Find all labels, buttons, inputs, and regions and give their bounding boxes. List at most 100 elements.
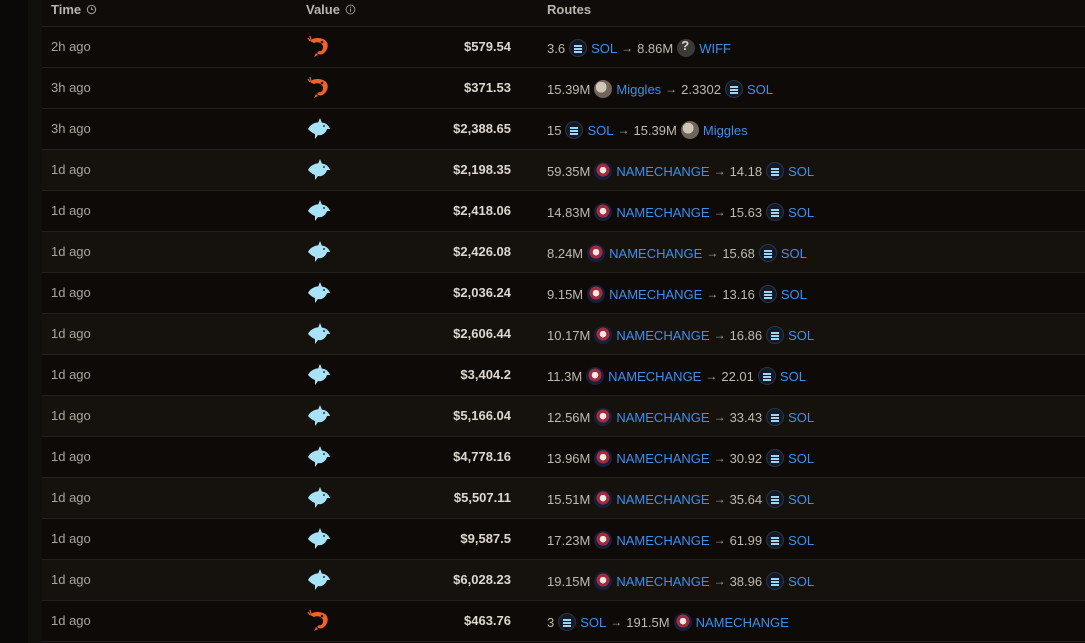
route-cell: 17.23M NAMECHANGE → 61.99 SOL [547, 531, 814, 549]
token-link[interactable]: SOL [788, 492, 814, 507]
token-link[interactable]: SOL [580, 615, 606, 630]
token-amount: 8.24M [547, 245, 584, 261]
token-link[interactable]: NAMECHANGE [696, 615, 789, 630]
table-row[interactable]: 1d ago $5,507.11 15.51M NAMECHANGE → 35.64 SOL [42, 478, 1085, 519]
table-row[interactable]: 3h ago $371.53 15.39M Miggles → 2.3302 SOL [42, 68, 1085, 109]
namechange-token-icon [594, 326, 613, 344]
token-link[interactable]: SOL [788, 410, 814, 425]
time-cell: 3h ago [51, 121, 91, 136]
token-link[interactable]: SOL [780, 369, 806, 384]
sol-token-icon [758, 285, 777, 303]
sol-token-icon [766, 162, 785, 180]
info-icon[interactable] [345, 4, 356, 15]
token-link[interactable]: NAMECHANGE [608, 369, 701, 384]
token-link[interactable]: SOL [747, 82, 773, 97]
route-cell: 10.17M NAMECHANGE → 16.86 SOL [547, 326, 814, 344]
arrow-right-icon: → [706, 246, 719, 260]
namechange-token-icon [594, 449, 613, 467]
table-row[interactable]: 1d ago $3,404.2 11.3M NAMECHANGE → 22.01 SOL [42, 355, 1085, 396]
dolphin-icon [306, 404, 332, 428]
shrimp-icon [306, 609, 332, 633]
token-amount: 17.23M [547, 532, 591, 548]
token-link[interactable]: SOL [587, 123, 613, 138]
token-link[interactable]: WIFF [699, 41, 731, 56]
token-link[interactable]: NAMECHANGE [616, 574, 709, 589]
token-link[interactable]: SOL [591, 41, 617, 56]
token-link[interactable]: SOL [788, 574, 814, 589]
value-cell: $5,507.11 [453, 490, 511, 505]
value-cell: $2,418.06 [453, 203, 511, 218]
token-link[interactable]: Miggles [616, 82, 661, 97]
table-row[interactable]: 1d ago $5,166.04 12.56M NAMECHANGE → 33.43 SOL [42, 396, 1085, 437]
table-row[interactable]: 1d ago $6,028.23 19.15M NAMECHANGE → 38.96 SOL [42, 560, 1085, 601]
token-amount: 11.3M [547, 368, 583, 384]
table-row[interactable]: 2h ago $579.54 3.6 SOL →8.86M WIFF [42, 27, 1085, 68]
table-row[interactable]: 3h ago $2,388.65 15 SOL → 15.39M Miggles [42, 109, 1085, 150]
token-amount: 9.15M [547, 286, 584, 302]
clock-refresh-icon[interactable] [86, 4, 97, 15]
token-link[interactable]: SOL [781, 246, 807, 261]
token-link[interactable]: Miggles [703, 123, 748, 138]
table-row[interactable]: 1d ago $2,426.08 8.24M NAMECHANGE → 15.68 SOL [42, 232, 1085, 273]
value-cell: $4,778.16 [453, 449, 511, 464]
token-link[interactable]: NAMECHANGE [616, 533, 709, 548]
arrow-right-icon: → [617, 123, 630, 137]
token-link[interactable]: NAMECHANGE [616, 205, 709, 220]
arrow-right-icon: → [713, 164, 726, 178]
table-row[interactable]: 1d ago $2,606.44 10.17M NAMECHANGE → 16.86 SOL [42, 314, 1085, 355]
time-cell: 1d ago [51, 326, 91, 341]
token-link[interactable]: SOL [781, 287, 807, 302]
namechange-token-icon [673, 613, 692, 631]
route-cell: 15.39M Miggles → 2.3302 SOL [547, 80, 773, 98]
time-cell: 3h ago [51, 80, 91, 95]
route-cell: 14.83M NAMECHANGE → 15.63 SOL [547, 203, 814, 221]
token-amount: 15.39M [547, 81, 591, 97]
namechange-token-icon [586, 367, 605, 385]
sol-token-icon [766, 203, 785, 221]
token-link[interactable]: NAMECHANGE [616, 410, 709, 425]
sol-token-icon [558, 613, 577, 631]
table-row[interactable]: 1d ago $2,418.06 14.83M NAMECHANGE → 15.63 SOL [42, 191, 1085, 232]
route-cell: 3.6 SOL →8.86M WIFF [547, 38, 731, 57]
token-link[interactable]: SOL [788, 164, 814, 179]
left-divider [28, 0, 42, 643]
value-cell: $6,028.23 [453, 572, 511, 587]
token-link[interactable]: NAMECHANGE [616, 451, 709, 466]
route-cell: 15 SOL → 15.39M Miggles [547, 121, 748, 139]
time-column-header[interactable]: Time [51, 2, 97, 17]
token-amount: 38.96 [729, 573, 763, 589]
table-row[interactable]: 1d ago $9,587.5 17.23M NAMECHANGE → 61.99 SOL [42, 519, 1085, 560]
token-amount: 2.3302 [681, 81, 721, 97]
sol-token-icon [565, 121, 584, 139]
value-cell: $2,198.35 [453, 162, 511, 177]
namechange-token-icon [594, 490, 613, 508]
token-amount: 3.6 [547, 40, 566, 56]
table-row[interactable]: 1d ago $4,778.16 13.96M NAMECHANGE → 30.92 SOL [42, 437, 1085, 478]
token-link[interactable]: NAMECHANGE [609, 246, 702, 261]
token-link[interactable]: SOL [788, 328, 814, 343]
arrow-right-icon: → [706, 287, 719, 301]
table-row[interactable]: 1d ago $2,036.24 9.15M NAMECHANGE → 13.16 SOL [42, 273, 1085, 314]
dolphin-icon [306, 158, 332, 182]
token-amount: 3 [547, 614, 555, 630]
route-cell: 15.51M NAMECHANGE → 35.64 SOL [547, 490, 814, 508]
token-amount: 15 [547, 122, 562, 138]
token-link[interactable]: SOL [788, 451, 814, 466]
token-link[interactable]: NAMECHANGE [609, 287, 702, 302]
value-cell: $2,036.24 [453, 285, 511, 300]
token-link[interactable]: NAMECHANGE [616, 492, 709, 507]
route-cell: 12.56M NAMECHANGE → 33.43 SOL [547, 408, 814, 426]
token-link[interactable]: SOL [788, 533, 814, 548]
table-row[interactable]: 1d ago $463.76 3 SOL → 191.5M NAMECHANGE [42, 601, 1085, 642]
value-cell: $2,388.65 [453, 121, 511, 136]
token-amount: 61.99 [729, 532, 763, 548]
token-link[interactable]: NAMECHANGE [616, 328, 709, 343]
table-row[interactable]: 1d ago $2,198.35 59.35M NAMECHANGE → 14.18 SOL [42, 150, 1085, 191]
value-cell: $579.54 [464, 39, 511, 54]
token-link[interactable]: SOL [788, 205, 814, 220]
namechange-token-icon [594, 531, 613, 549]
token-amount: 33.43 [729, 409, 763, 425]
time-cell: 1d ago [51, 408, 91, 423]
token-link[interactable]: NAMECHANGE [616, 164, 709, 179]
value-column-header: Value [306, 2, 356, 17]
